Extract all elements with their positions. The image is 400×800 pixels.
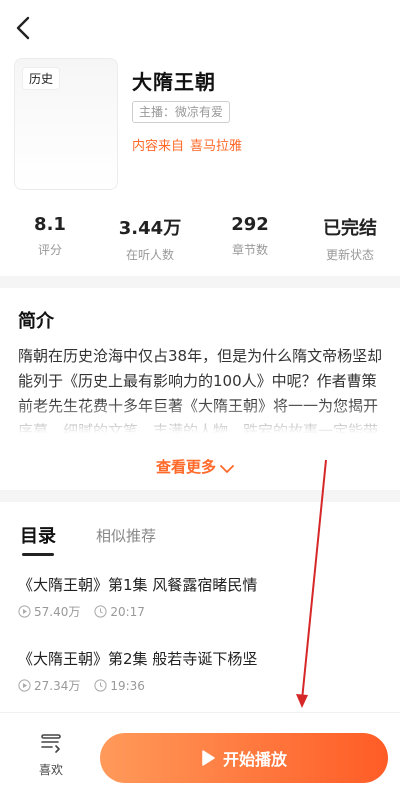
clock-icon <box>94 605 107 618</box>
stat-listeners: 3.44万 在听人数 <box>100 214 200 264</box>
section-divider <box>0 276 400 288</box>
play-count-icon <box>18 679 31 692</box>
tab-catalog[interactable]: 目录 <box>20 522 56 548</box>
stat-rating: 8.1 评分 <box>0 214 100 264</box>
stat-value: 8.1 <box>34 214 66 235</box>
stat-chapters: 292 章节数 <box>200 214 300 264</box>
show-more-label: 查看更多 <box>156 458 217 476</box>
book-cover: 历史 <box>14 58 118 190</box>
episode-duration: 19:36 <box>110 678 145 693</box>
stats-row: 8.1 评分 3.44万 在听人数 292 章节数 已完结 更新状态 <box>0 214 400 264</box>
category-tag: 历史 <box>23 68 60 89</box>
like-label: 喜欢 <box>38 763 63 777</box>
source-prefix: 内容来自 <box>132 139 185 154</box>
section-divider <box>0 490 400 502</box>
episode-item[interactable]: 《大隋王朝》第1集 风餐露宿睹民情 57.40万 20:17 <box>18 574 384 620</box>
episode-title: 《大隋王朝》第1集 风餐露宿睹民情 <box>18 576 258 594</box>
back-button[interactable] <box>12 14 36 42</box>
host-badge: 主播：微凉有爱 <box>132 101 231 123</box>
stat-status: 已完结 更新状态 <box>300 214 400 264</box>
episode-duration: 20:17 <box>110 604 145 619</box>
intro-heading: 简介 <box>18 311 54 332</box>
play-count: 57.40万 <box>34 605 81 619</box>
stat-label: 评分 <box>37 243 62 257</box>
content-source[interactable]: 内容来自 喜马拉雅 <box>132 135 248 154</box>
clock-icon <box>94 679 107 692</box>
stat-label: 更新状态 <box>325 248 374 262</box>
tab-bar: 目录 相似推荐 <box>0 520 400 560</box>
top-bar <box>0 0 400 56</box>
play-icon <box>202 750 215 766</box>
play-count: 27.34万 <box>34 679 81 693</box>
episode-title: 《大隋王朝》第2集 般若寺诞下杨坚 <box>18 650 258 668</box>
episode-meta: 57.40万 20:17 <box>18 603 384 620</box>
favorite-list-icon <box>41 734 61 753</box>
play-count-icon <box>18 605 31 618</box>
start-play-label: 开始播放 <box>222 750 287 769</box>
stat-label: 章节数 <box>231 243 268 257</box>
tab-similar[interactable]: 相似推荐 <box>96 525 156 546</box>
source-name: 喜马拉雅 <box>190 139 243 154</box>
like-button[interactable]: 喜欢 <box>26 733 76 778</box>
episode-item[interactable]: 《大隋王朝》第2集 般若寺诞下杨坚 27.34万 19:36 <box>18 648 384 694</box>
stat-value: 3.44万 <box>118 218 182 239</box>
stat-value: 292 <box>231 214 269 235</box>
chevron-down-icon <box>220 465 234 473</box>
start-play-button[interactable]: 开始播放 <box>100 733 388 783</box>
stat-label: 在听人数 <box>125 248 174 262</box>
intro-fade <box>0 400 400 448</box>
book-title: 大隋王朝 <box>132 70 216 94</box>
stat-value: 已完结 <box>323 218 377 239</box>
show-more-button[interactable]: 查看更多 <box>156 456 234 477</box>
active-tab-indicator <box>22 553 54 556</box>
bottom-action-bar: 喜欢 开始播放 <box>0 712 400 800</box>
chevron-left-icon <box>16 16 30 40</box>
episode-meta: 27.34万 19:36 <box>18 677 384 694</box>
